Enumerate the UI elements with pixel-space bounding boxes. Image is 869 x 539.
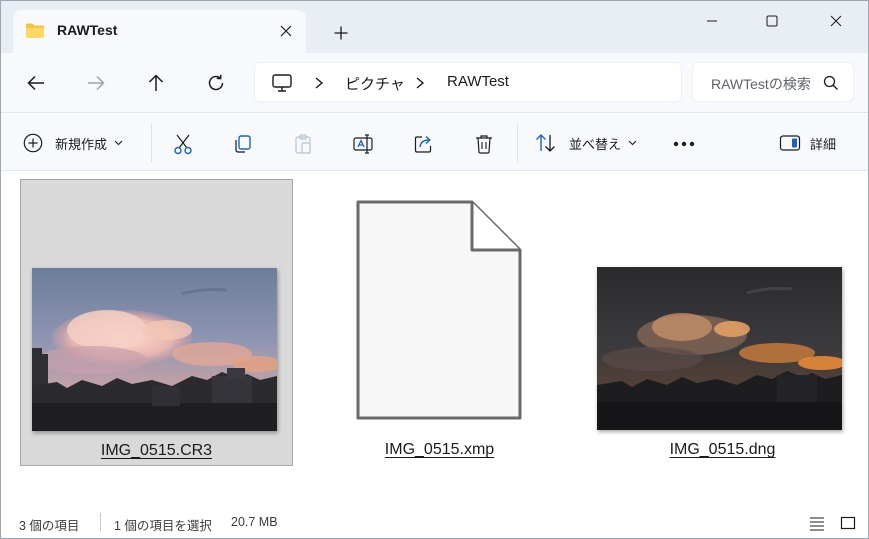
chevron-down-icon [628, 140, 637, 146]
breadcrumb-rawtest[interactable]: RAWTest [447, 73, 509, 90]
rename-icon [353, 134, 373, 154]
paste-button[interactable] [291, 132, 315, 156]
plus-icon [334, 26, 348, 40]
copy-icon [235, 135, 251, 153]
close-window-button[interactable] [808, 1, 864, 41]
rename-button[interactable] [351, 132, 375, 156]
delete-button[interactable] [472, 132, 496, 156]
chevron-right-icon [315, 77, 324, 89]
tab-close-button[interactable] [276, 21, 296, 41]
navigation-row: ピクチャ RAWTest RAWTestの検索 [1, 53, 868, 113]
file-item-cr3[interactable]: IMG_0515.CR3 [20, 179, 293, 466]
breadcrumb-pictures[interactable]: ピクチャ [345, 73, 405, 94]
selection-count: 1 個の項目を選択 [114, 519, 212, 533]
copy-button[interactable] [231, 132, 255, 156]
minimize-button[interactable] [684, 1, 740, 41]
file-explorer-window: RAWTest ピクチャ RAWTest RAWTestの検索 新規作成 並べ替… [0, 0, 869, 539]
more-options-button[interactable] [672, 132, 696, 156]
details-view-icon[interactable] [809, 515, 825, 531]
sort-button[interactable]: 並べ替え [535, 130, 637, 156]
sort-label: 並べ替え [569, 136, 622, 152]
folder-icon [26, 23, 44, 38]
file-name[interactable]: IMG_0515.xmp [303, 441, 576, 459]
sort-icon [536, 134, 555, 152]
paste-icon [295, 134, 311, 154]
details-pane-icon [779, 135, 801, 151]
search-box[interactable]: RAWTestの検索 [692, 62, 854, 102]
new-tab-button[interactable] [329, 21, 353, 45]
arrow-left-icon [27, 75, 44, 91]
large-icons-view-icon[interactable] [840, 515, 856, 531]
new-button[interactable]: 新規作成 [23, 130, 123, 156]
chevron-right-icon [416, 77, 425, 89]
share-icon [414, 135, 432, 153]
status-divider [100, 513, 101, 531]
maximize-button[interactable] [744, 1, 800, 41]
details-button[interactable]: 詳細 [779, 130, 836, 156]
forward-button[interactable] [80, 67, 112, 99]
minimize-icon [707, 20, 717, 22]
sunset-photo-dng [597, 267, 842, 430]
document-icon [356, 200, 522, 420]
file-item-xmp[interactable]: IMG_0515.xmp [303, 179, 576, 466]
tab-rawtest[interactable]: RAWTest [13, 10, 306, 53]
search-icon [823, 75, 838, 90]
back-button[interactable] [20, 67, 52, 99]
new-label: 新規作成 [55, 136, 108, 152]
plus-circle-icon [23, 133, 43, 153]
file-name[interactable]: IMG_0515.CR3 [21, 442, 292, 460]
status-bar: 3 個の項目 1 個の項目を選択 20.7 MB [1, 507, 868, 538]
file-list: IMG_0515.CR3 IMG_0515.xmp IMG_0515.dng [1, 172, 868, 506]
refresh-icon [208, 74, 224, 91]
item-count: 3 個の項目 [19, 519, 80, 533]
search-input[interactable]: RAWTestの検索 [711, 74, 811, 94]
monitor-icon [272, 74, 292, 92]
cut-button[interactable] [171, 132, 195, 156]
photo-thumbnail [32, 268, 277, 431]
toolbar-separator [517, 124, 518, 162]
toolbar-separator [151, 124, 152, 162]
photo-thumbnail [597, 267, 842, 430]
arrow-up-icon [148, 74, 164, 91]
command-bar: 新規作成 並べ替え 詳細 [1, 114, 868, 171]
close-icon [830, 15, 842, 27]
tab-title: RAWTest [57, 22, 118, 38]
sunset-photo-cr3 [32, 268, 277, 431]
maximize-icon [766, 15, 778, 27]
file-item-dng[interactable]: IMG_0515.dng [586, 179, 859, 466]
arrow-right-icon [88, 75, 105, 91]
title-bar: RAWTest [1, 1, 868, 53]
more-icon [673, 141, 695, 147]
cut-icon [174, 134, 192, 155]
trash-icon [476, 135, 492, 154]
share-button[interactable] [412, 132, 436, 156]
selection-size: 20.7 MB [231, 515, 278, 529]
close-icon [280, 25, 292, 37]
chevron-down-icon [114, 140, 123, 146]
refresh-button[interactable] [200, 67, 232, 99]
address-bar[interactable]: ピクチャ RAWTest [254, 62, 682, 102]
up-button[interactable] [140, 67, 172, 99]
details-label: 詳細 [810, 136, 837, 152]
file-name[interactable]: IMG_0515.dng [586, 441, 859, 459]
